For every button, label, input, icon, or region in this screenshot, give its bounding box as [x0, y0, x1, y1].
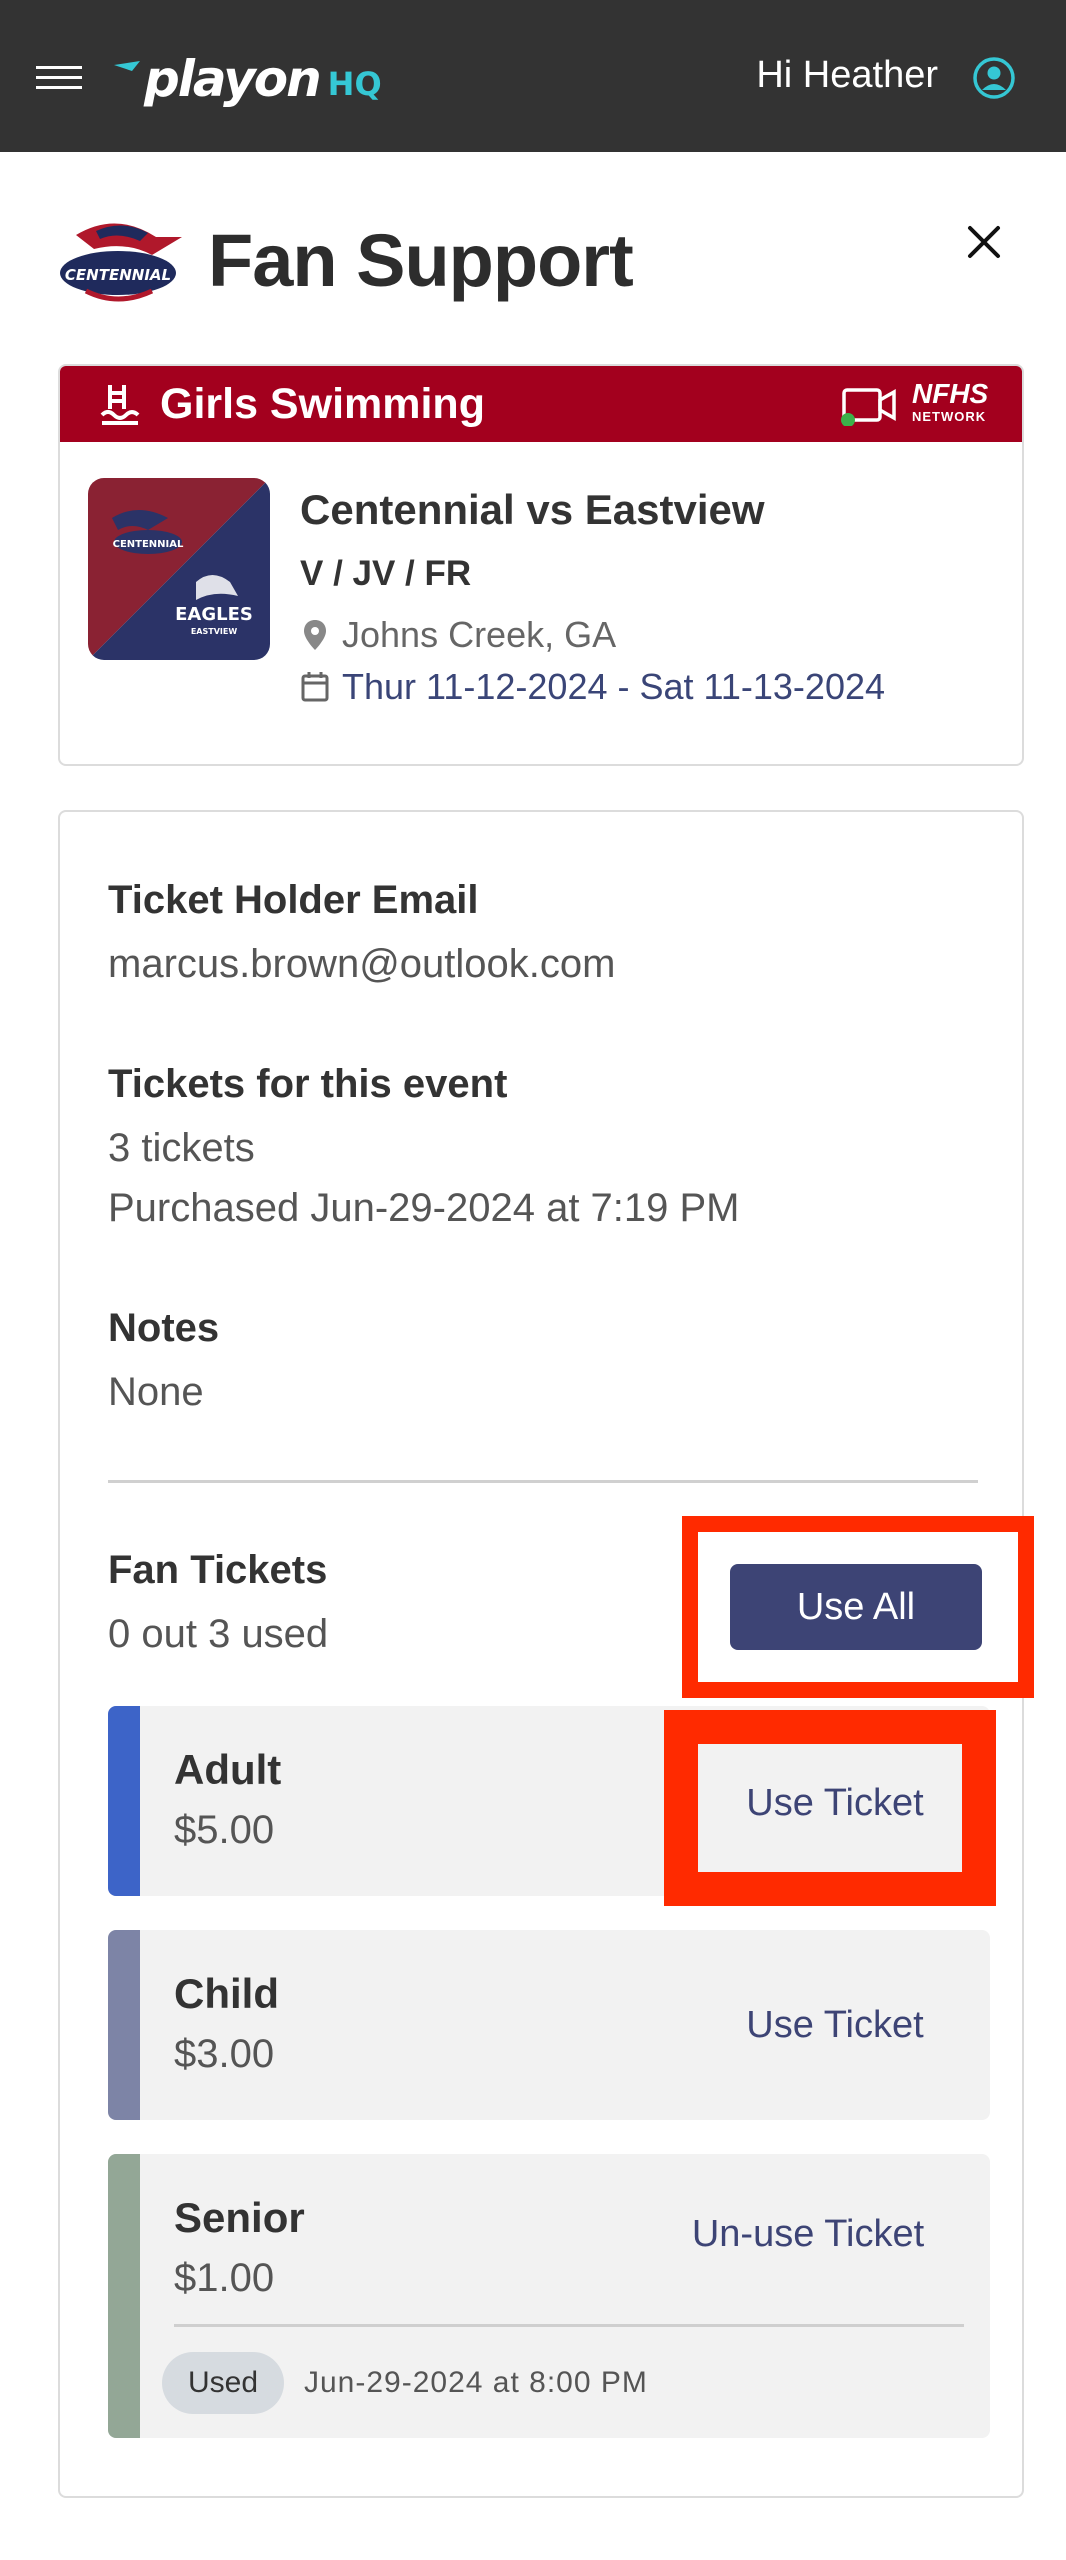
ticket-row-senior: Senior $1.00 Un-use Ticket Used Jun-29-2…: [108, 2154, 990, 2438]
ticket-stripe: [108, 1706, 140, 1896]
ticket-price: $3.00: [174, 2032, 275, 2076]
away-team-label: EAGLES: [175, 604, 253, 625]
event-location-text: Johns Creek, GA: [342, 614, 617, 655]
away-team-sub: EASTVIEW: [191, 627, 238, 636]
user-account-icon[interactable]: [972, 56, 1016, 100]
school-logo-text: CENTENNIAL: [65, 266, 171, 284]
ticket-row-child: Child $3.00 Use Ticket: [108, 1930, 990, 2120]
fan-tickets-used-summary: 0 out 3 used: [108, 1612, 329, 1656]
ticket-price: $1.00: [174, 2256, 275, 2300]
used-timestamp: Jun-29-2024 at 8:00 PM: [304, 2366, 648, 2399]
email-value: marcus.brown@outlook.com: [108, 942, 616, 986]
event-levels: V / JV / FR: [300, 554, 472, 593]
use-ticket-button[interactable]: Use Ticket: [704, 1964, 966, 2086]
close-icon[interactable]: [960, 218, 1008, 266]
page-header: CENTENNIAL Fan Support: [56, 212, 634, 308]
home-team-label: CENTENNIAL: [113, 539, 184, 550]
school-logo-icon: CENTENNIAL: [60, 223, 182, 302]
playon-mark-icon: [114, 61, 140, 71]
ticket-stripe: [108, 2154, 140, 2438]
notes-value: None: [108, 1370, 204, 1414]
calendar-icon: [301, 672, 329, 702]
ticket-price: $5.00: [174, 1808, 275, 1852]
top-navbar: playon HQ Hi Heather: [0, 0, 1066, 152]
nfhs-text: NFHS: [912, 378, 989, 409]
brand-name: playon: [144, 50, 322, 108]
sport-bar: Girls Swimming NFHS NETWORK: [60, 366, 1022, 442]
hamburger-menu-icon[interactable]: [36, 66, 82, 96]
event-dates-text: Thur 11-12-2024 - Sat 11-13-2024: [342, 666, 886, 707]
user-greeting[interactable]: Hi Heather: [756, 54, 938, 97]
video-camera-icon: [841, 388, 896, 426]
ticket-type: Adult: [174, 1746, 282, 1793]
event-name: Centennial vs Eastview: [300, 486, 765, 533]
page-title: Fan Support: [208, 218, 634, 302]
nfhs-network-text: NETWORK: [912, 409, 987, 424]
email-label: Ticket Holder Email: [108, 878, 479, 922]
ticket-details-card: Ticket Holder Email marcus.brown@outlook…: [58, 810, 1034, 2498]
matchup-logo: CENTENNIAL EAGLES EASTVIEW: [88, 478, 270, 660]
ticket-divider: [174, 2324, 964, 2327]
ticket-type: Senior: [174, 2194, 305, 2241]
event-location: Johns Creek, GA: [300, 614, 616, 656]
tickets-label: Tickets for this event: [108, 1062, 508, 1106]
purchase-date: Purchased Jun-29-2024 at 7:19 PM: [108, 1186, 740, 1230]
highlight-box: [664, 1710, 996, 1906]
event-details: CENTENNIAL EAGLES EASTVIEW Centennial vs…: [60, 442, 1022, 764]
playon-logo[interactable]: playon HQ: [110, 44, 382, 114]
location-pin-icon: [304, 620, 326, 650]
brand-suffix: HQ: [327, 65, 382, 103]
nfhs-network-logo: NFHS NETWORK: [912, 378, 989, 424]
ticket-stripe: [108, 1930, 140, 2120]
divider: [108, 1480, 978, 1483]
notes-label: Notes: [108, 1306, 220, 1350]
use-all-button[interactable]: Use All: [730, 1564, 982, 1650]
status-badge: Used: [162, 2352, 284, 2414]
event-dates: Thur 11-12-2024 - Sat 11-13-2024: [300, 666, 885, 708]
unuse-ticket-button[interactable]: Un-use Ticket: [648, 2184, 968, 2284]
sport-name: Girls Swimming: [160, 379, 485, 428]
fan-tickets-label: Fan Tickets: [108, 1548, 328, 1592]
event-card: Girls Swimming NFHS NETWORK CENTENNIAL E…: [58, 364, 1024, 766]
ticket-type: Child: [174, 1970, 279, 2017]
tickets-count: 3 tickets: [108, 1126, 255, 1170]
swimming-ladder-icon: [100, 385, 140, 425]
